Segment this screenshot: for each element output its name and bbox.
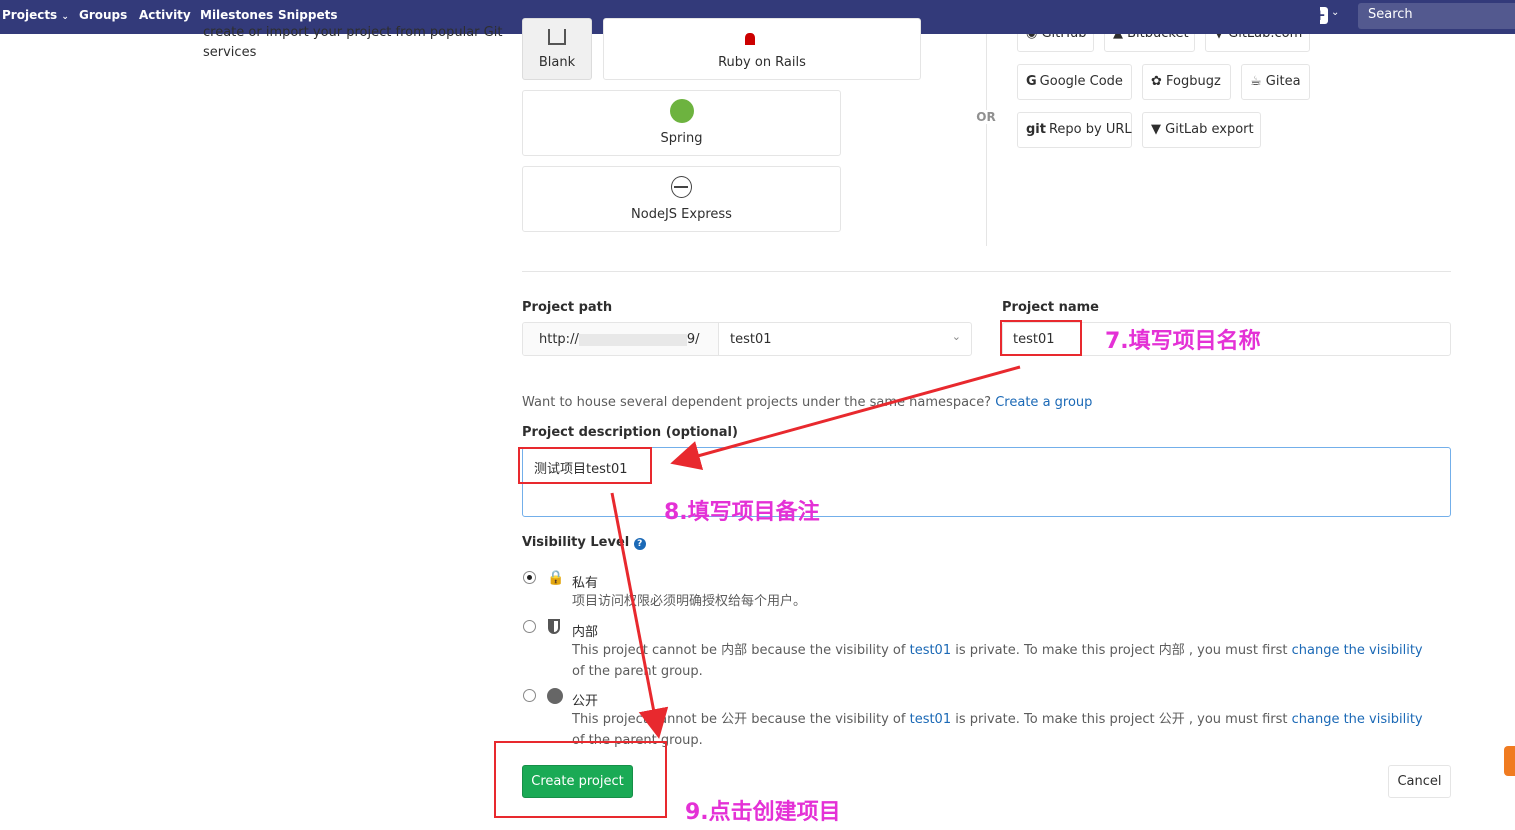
arrow-to-create bbox=[610, 492, 669, 739]
annotation-arrows bbox=[610, 365, 1021, 739]
arrow-to-description bbox=[670, 365, 1021, 471]
